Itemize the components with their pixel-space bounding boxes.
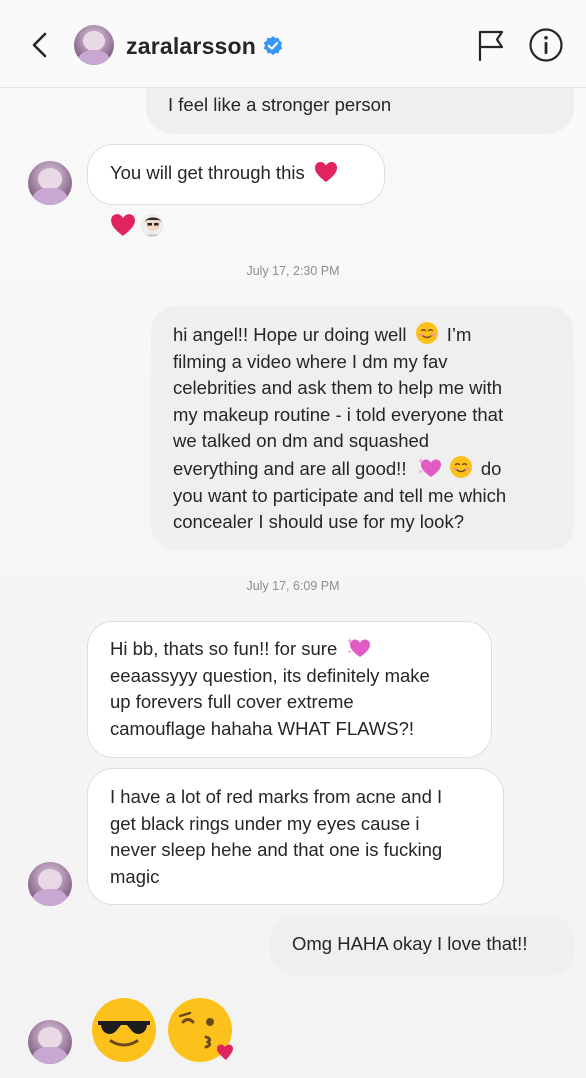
- red-heart-icon: [314, 162, 337, 182]
- header-avatar[interactable]: [74, 25, 114, 65]
- message-reactions[interactable]: [110, 211, 170, 239]
- message-text: Hi bb, thats so fun!! for sure eeaassyyy…: [110, 638, 430, 739]
- message-bubble-outgoing[interactable]: Omg HAHA okay I love that!!: [270, 915, 574, 976]
- message-bubble-incoming[interactable]: Hi bb, thats so fun!! for sure eeaassyyy…: [87, 621, 492, 758]
- red-heart-icon: [111, 214, 135, 236]
- smiling-face-with-sunglasses-icon: [92, 998, 156, 1062]
- sender-avatar[interactable]: [28, 161, 72, 205]
- emoji-message[interactable]: [90, 996, 240, 1066]
- message-bubble-incoming[interactable]: I have a lot of red marks from acne and …: [87, 768, 504, 905]
- message-text: You will get through this: [110, 162, 305, 183]
- info-icon: [529, 28, 563, 62]
- info-button[interactable]: [528, 27, 564, 63]
- chat-username[interactable]: zaralarsson: [126, 33, 256, 60]
- timestamp: July 17, 2:30 PM: [246, 264, 340, 278]
- verified-badge-icon: [263, 36, 283, 56]
- report-flag-button[interactable]: [475, 27, 507, 63]
- dm-thread-screen: zaralarsson I feel like a stronger perso…: [0, 0, 586, 1078]
- sparkling-heart-icon: [417, 457, 441, 477]
- sender-avatar[interactable]: [28, 1020, 72, 1064]
- sender-avatar[interactable]: [28, 862, 72, 906]
- message-text: I feel like a stronger person: [168, 94, 392, 115]
- reactor-avatar: [139, 212, 165, 238]
- sparkling-heart-icon: [347, 638, 371, 657]
- chat-header: zaralarsson: [0, 0, 586, 88]
- timestamp: July 17, 6:09 PM: [246, 579, 340, 593]
- back-icon: [32, 32, 47, 58]
- message-text: hi angel!! Hope ur doing well I’m filmin…: [173, 321, 563, 536]
- flag-icon: [478, 30, 504, 62]
- message-text: Omg HAHA okay I love that!!: [292, 933, 528, 954]
- message-text: I have a lot of red marks from acne and …: [110, 786, 443, 887]
- face-blowing-a-kiss-icon: [168, 998, 233, 1062]
- message-bubble-outgoing[interactable]: hi angel!! Hope ur doing well I’m filmin…: [151, 306, 574, 550]
- message-bubble-incoming[interactable]: You will get through this: [87, 144, 385, 205]
- smiling-face-icon: [449, 455, 472, 478]
- smiling-face-icon: [415, 322, 438, 344]
- back-button[interactable]: [26, 28, 54, 62]
